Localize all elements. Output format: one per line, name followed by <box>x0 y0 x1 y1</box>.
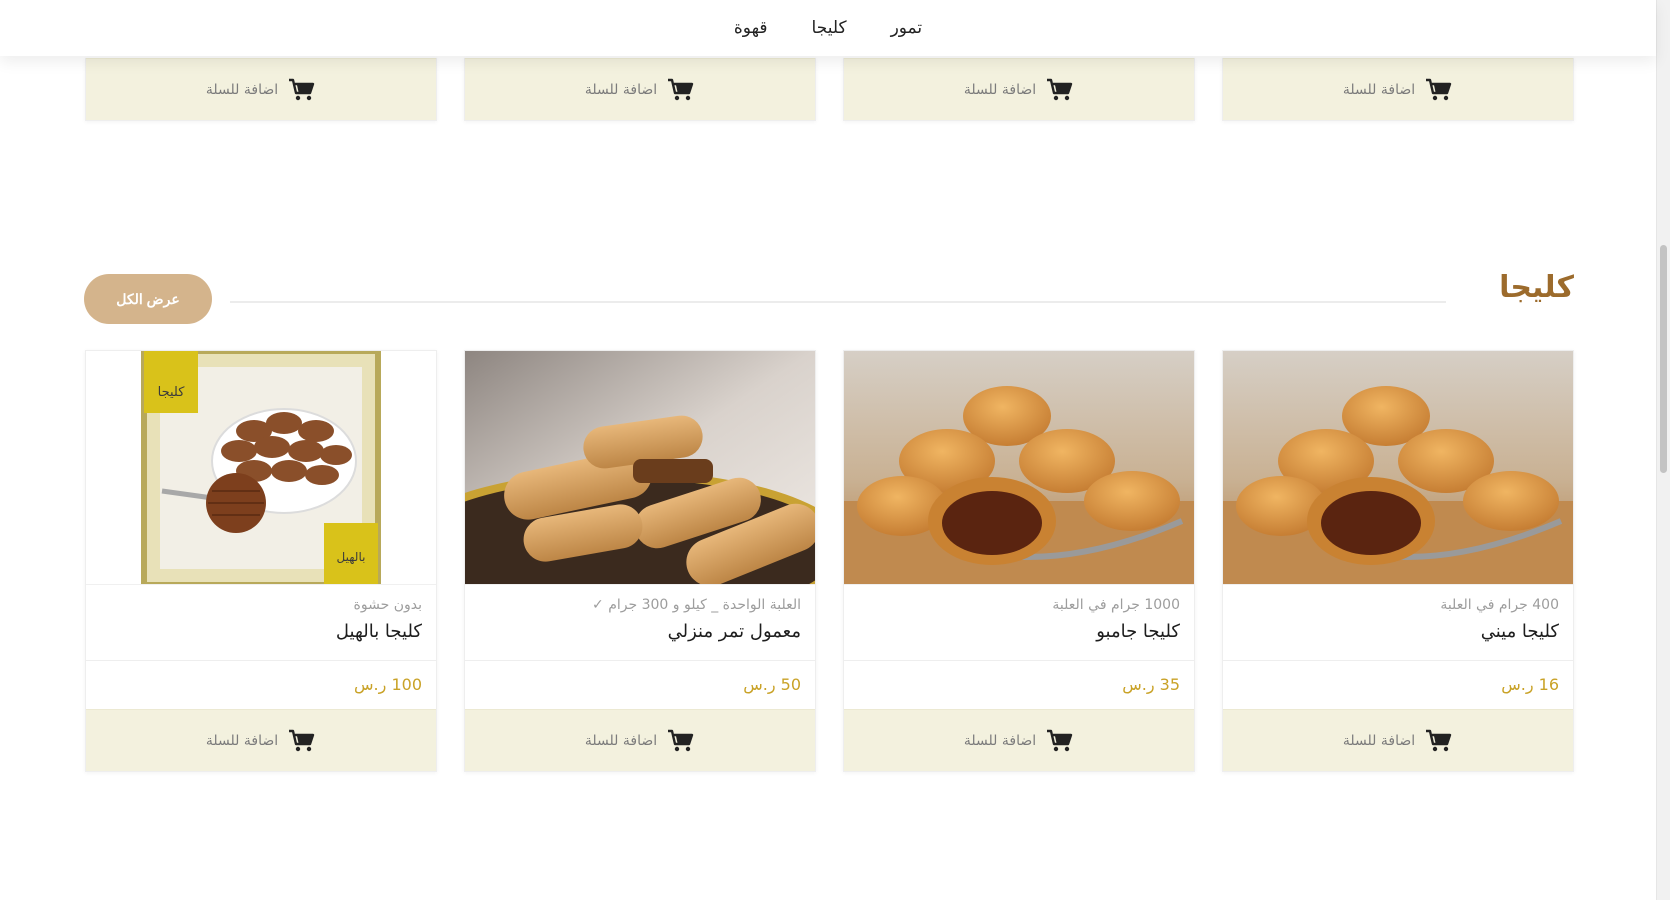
cart-icon <box>289 729 315 751</box>
product-meta: العلبة الواحدة _ كيلو و 300 جرام ✓ <box>592 597 801 613</box>
product-image[interactable]: كليجا بالهيل <box>86 351 436 585</box>
add-to-cart-button[interactable]: اضافة للسلة <box>465 709 815 771</box>
nav-item-coffee[interactable]: قهوة <box>734 18 768 38</box>
add-to-cart-label: اضافة للسلة <box>584 732 658 749</box>
product-image[interactable] <box>465 351 815 585</box>
cardamom-kleicha-image: كليجا بالهيل <box>141 351 381 584</box>
product-price: 100 ر.س <box>354 675 422 694</box>
previous-section-row: اضافة للسلة اضافة للسلة اضافة للسلة اضاف… <box>84 58 1574 121</box>
product-meta: 1000 جرام في العلبة <box>1052 597 1180 613</box>
product-grid: 400 جرام في العلبة كليجا ميني 16 ر.س اضا… <box>84 350 1574 772</box>
add-to-cart-label: اضافة للسلة <box>1342 81 1416 98</box>
add-to-cart-button[interactable]: اضافة للسلة <box>465 58 815 120</box>
date-maamoul-image <box>465 351 815 584</box>
product-image[interactable] <box>1223 351 1573 585</box>
cart-icon <box>289 78 315 100</box>
product-image[interactable] <box>844 351 1194 585</box>
cart-icon <box>1047 78 1073 100</box>
scrollbar[interactable] <box>1656 0 1670 900</box>
section-title: كليجا <box>1499 270 1574 305</box>
product-card: اضافة للسلة <box>843 58 1195 121</box>
add-to-cart-label: اضافة للسلة <box>1342 732 1416 749</box>
product-card: اضافة للسلة <box>464 58 816 121</box>
product-title[interactable]: معمول تمر منزلي <box>465 617 815 661</box>
add-to-cart-button[interactable]: اضافة للسلة <box>844 709 1194 771</box>
product-card[interactable]: كليجا بالهيل بدون حشوة كليجا بالهيل 100 … <box>85 350 437 772</box>
product-title[interactable]: كليجا جامبو <box>844 617 1194 661</box>
product-card[interactable]: 1000 جرام في العلبة كليجا جامبو 35 ر.س ا… <box>843 350 1195 772</box>
nav-item-dates[interactable]: تمور <box>891 18 923 38</box>
top-nav: تمور كليجا قهوة <box>0 0 1656 56</box>
product-title[interactable]: كليجا ميني <box>1223 617 1573 661</box>
add-to-cart-label: اضافة للسلة <box>963 81 1037 98</box>
cart-icon <box>668 729 694 751</box>
cart-icon <box>1426 729 1452 751</box>
nav-item-kleicha[interactable]: كليجا <box>812 18 847 38</box>
filled-kleicha-image <box>1223 351 1573 584</box>
scrollbar-thumb[interactable] <box>1660 245 1667 473</box>
product-meta: 400 جرام في العلبة <box>1440 597 1559 613</box>
product-title[interactable]: كليجا بالهيل <box>86 617 436 661</box>
package-label-top: كليجا <box>158 385 186 400</box>
add-to-cart-label: اضافة للسلة <box>584 81 658 98</box>
add-to-cart-button[interactable]: اضافة للسلة <box>844 58 1194 120</box>
cart-icon <box>668 78 694 100</box>
product-card[interactable]: 400 جرام في العلبة كليجا ميني 16 ر.س اضا… <box>1222 350 1574 772</box>
cart-icon <box>1047 729 1073 751</box>
product-price: 16 ر.س <box>1501 675 1559 694</box>
add-to-cart-label: اضافة للسلة <box>205 81 279 98</box>
view-all-button[interactable]: عرض الكل <box>84 274 212 324</box>
product-meta: بدون حشوة <box>353 597 422 613</box>
package-label-bottom: بالهيل <box>337 550 366 564</box>
add-to-cart-button[interactable]: اضافة للسلة <box>1223 58 1573 120</box>
add-to-cart-label: اضافة للسلة <box>205 732 279 749</box>
add-to-cart-button[interactable]: اضافة للسلة <box>1223 709 1573 771</box>
product-card: اضافة للسلة <box>85 58 437 121</box>
filled-kleicha-image <box>844 351 1194 584</box>
product-price: 50 ر.س <box>743 675 801 694</box>
product-card[interactable]: العلبة الواحدة _ كيلو و 300 جرام ✓ معمول… <box>464 350 816 772</box>
add-to-cart-button[interactable]: اضافة للسلة <box>86 709 436 771</box>
add-to-cart-button[interactable]: اضافة للسلة <box>86 58 436 120</box>
section-divider <box>230 301 1446 303</box>
product-price: 35 ر.س <box>1122 675 1180 694</box>
add-to-cart-label: اضافة للسلة <box>963 732 1037 749</box>
product-card: اضافة للسلة <box>1222 58 1574 121</box>
cart-icon <box>1426 78 1452 100</box>
